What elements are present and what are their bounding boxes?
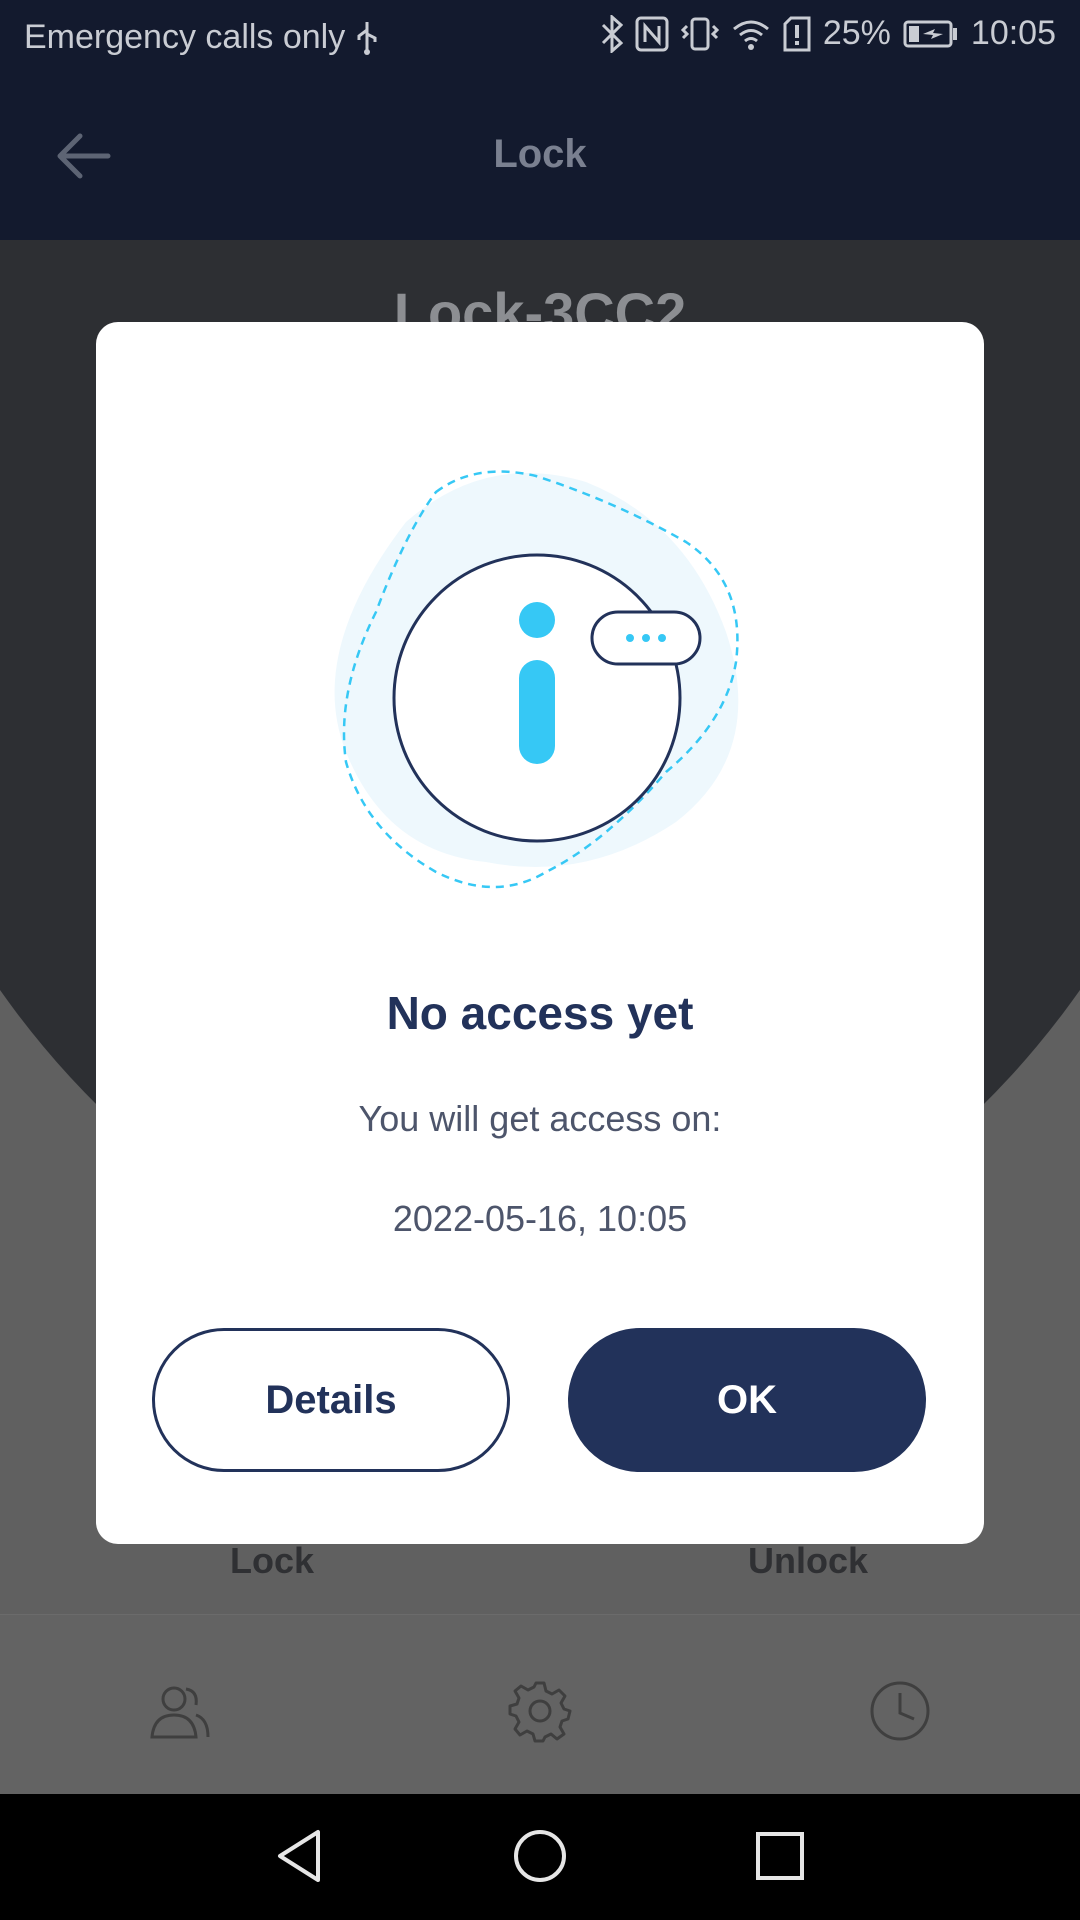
nav-home-icon[interactable] xyxy=(510,1826,570,1886)
bottom-tab-bar xyxy=(0,1614,1080,1794)
battery-percent: 25% xyxy=(822,14,891,52)
status-left: Emergency calls only xyxy=(24,18,379,57)
details-button[interactable]: Details xyxy=(152,1328,510,1472)
usb-icon xyxy=(355,20,379,56)
status-right: 25% 10:05 xyxy=(601,14,1056,53)
info-illustration xyxy=(306,462,766,902)
ok-button[interactable]: OK xyxy=(568,1328,926,1472)
carrier-text: Emergency calls only xyxy=(24,18,346,56)
app-header: Lock xyxy=(0,76,1080,240)
history-clock-icon[interactable] xyxy=(868,1679,932,1743)
settings-gear-icon[interactable] xyxy=(508,1679,572,1743)
access-date: 2022-05-16, 10:05 xyxy=(392,1198,688,1239)
details-button-label: Details xyxy=(265,1377,397,1422)
nav-back-icon[interactable] xyxy=(270,1826,330,1886)
lock-action-label[interactable]: Lock xyxy=(230,1540,314,1582)
bluetooth-icon xyxy=(601,14,623,53)
dialog-subtitle: You will get access on: xyxy=(358,1098,722,1139)
status-bar: Emergency calls only 25% 10:05 xyxy=(0,0,1080,76)
vibrate-icon xyxy=(680,16,719,52)
ok-button-label: OK xyxy=(717,1377,777,1422)
battery-charging-icon xyxy=(903,19,959,49)
nfc-icon xyxy=(635,16,669,52)
system-nav-bar xyxy=(0,1794,1080,1920)
clock-time: 10:05 xyxy=(970,14,1056,52)
sim-alert-icon xyxy=(783,16,811,52)
no-access-dialog: No access yet You will get access on: 20… xyxy=(96,322,984,1544)
page-title: Lock xyxy=(493,132,587,176)
users-icon[interactable] xyxy=(148,1679,212,1743)
nav-recents-icon[interactable] xyxy=(750,1826,810,1886)
wifi-icon xyxy=(731,17,771,51)
unlock-action-label[interactable]: Unlock xyxy=(748,1540,868,1582)
dialog-title: No access yet xyxy=(386,987,694,1039)
